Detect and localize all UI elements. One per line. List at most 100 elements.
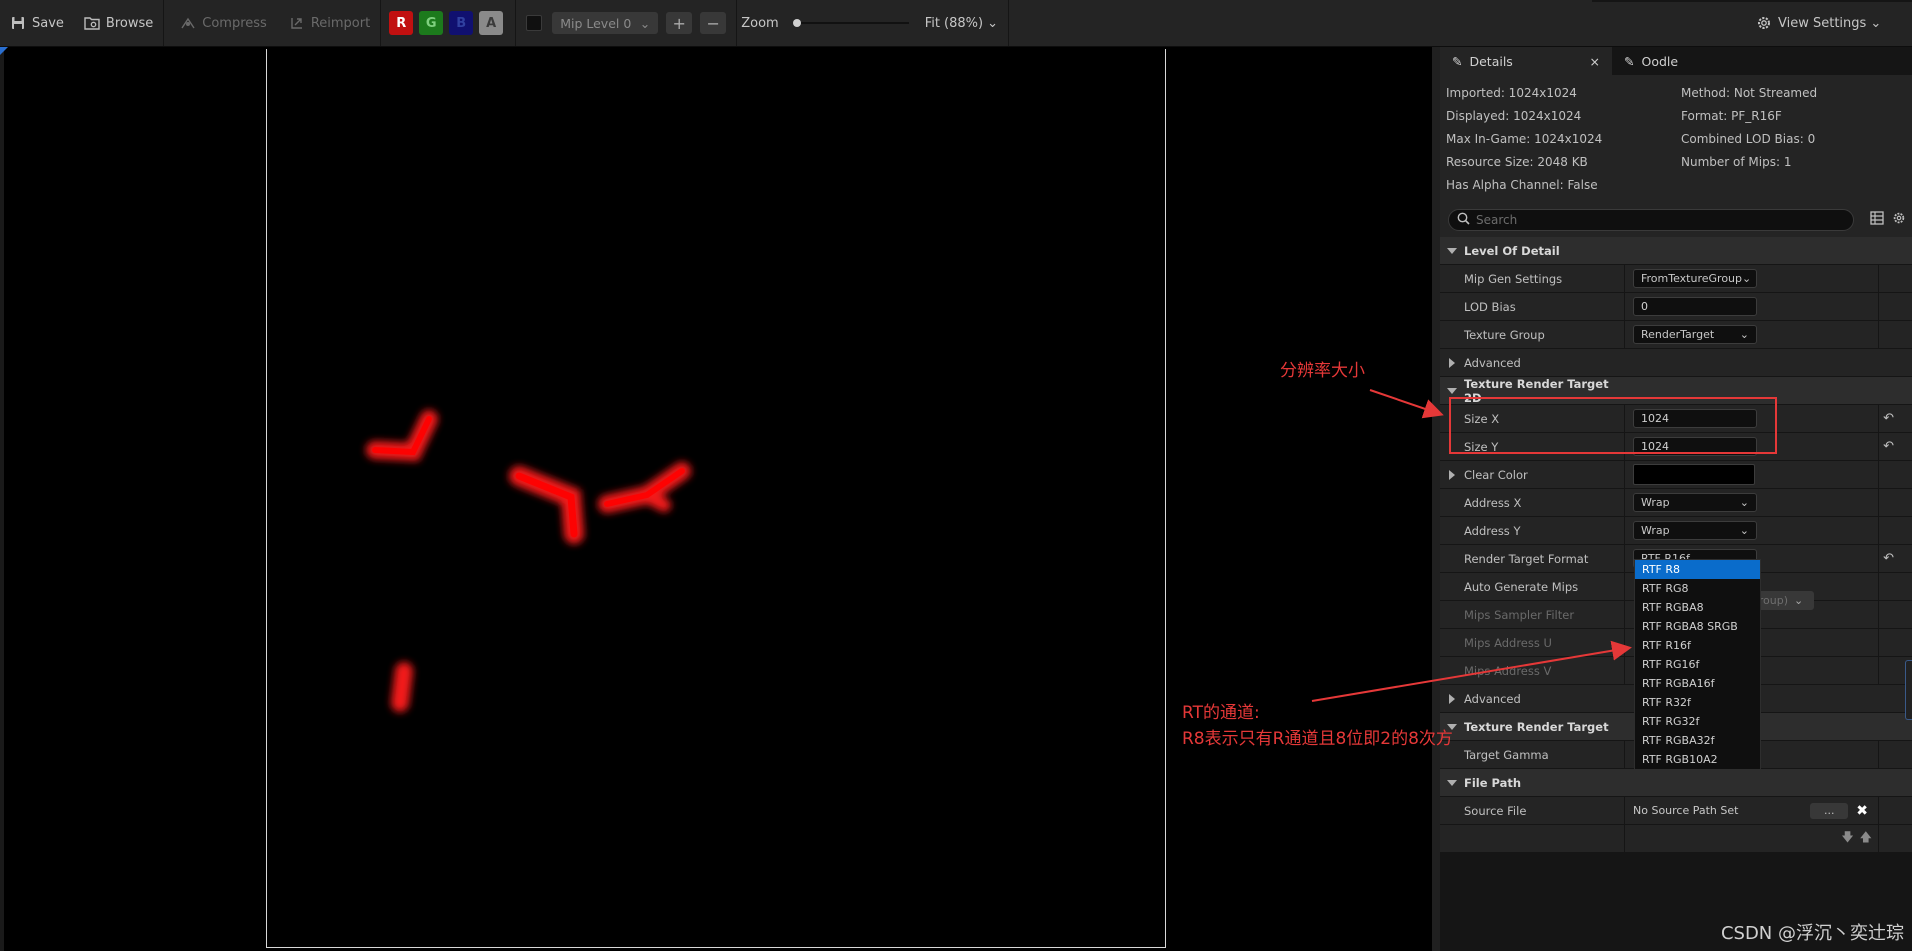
mip-level-value: Mip Level 0 bbox=[560, 15, 632, 31]
clear-color-swatch[interactable] bbox=[1633, 464, 1755, 485]
mip-increase-button[interactable]: + bbox=[666, 12, 693, 34]
zoom-slider[interactable] bbox=[792, 16, 909, 30]
format-option[interactable]: RTF R16f bbox=[1635, 636, 1760, 655]
address-y-dropdown[interactable]: Wrap ⌄ bbox=[1633, 521, 1757, 540]
property-texture-group: Texture Group RenderTarget ⌄ bbox=[1440, 321, 1912, 349]
property-lod-bias: LOD Bias 0 bbox=[1440, 293, 1912, 321]
chevron-down-icon: ⌄ bbox=[1742, 272, 1752, 285]
property-label: Texture Group bbox=[1464, 327, 1545, 342]
address-x-dropdown[interactable]: Wrap ⌄ bbox=[1633, 493, 1757, 512]
reset-arrow-icon[interactable]: ↶ bbox=[1883, 551, 1894, 566]
format-option[interactable]: RTF RGB10A2 bbox=[1635, 750, 1760, 769]
panel-splitter[interactable] bbox=[1432, 47, 1440, 951]
zoom-slider-thumb[interactable] bbox=[792, 19, 801, 27]
reimport-button[interactable]: Reimport bbox=[277, 0, 380, 46]
tab-details[interactable]: ✎ Details × bbox=[1440, 47, 1612, 75]
property-label: Clear Color bbox=[1464, 467, 1528, 482]
property-label: Auto Generate Mips bbox=[1464, 579, 1579, 594]
info-resource-size: Resource Size: 2048 KB bbox=[1446, 154, 1588, 169]
pencil-icon: ✎ bbox=[1452, 53, 1463, 69]
texture-viewport[interactable] bbox=[0, 47, 1432, 951]
browse-button[interactable]: Browse bbox=[74, 0, 163, 46]
chevron-down-icon: ⌄ bbox=[1739, 496, 1749, 509]
search-input[interactable]: Search bbox=[1448, 209, 1854, 231]
viewport-left-strip bbox=[0, 47, 4, 951]
tab-oodle-label: Oodle bbox=[1641, 53, 1679, 69]
move-up-icon[interactable]: 🡅 bbox=[1860, 828, 1872, 849]
collapse-arrow-icon[interactable] bbox=[1449, 470, 1455, 480]
lod-bias-input[interactable]: 0 bbox=[1633, 297, 1757, 316]
info-max-ingame: Max In-Game: 1024x1024 bbox=[1446, 131, 1603, 146]
chevron-down-icon: ⌄ bbox=[1739, 524, 1749, 537]
folder-search-icon bbox=[84, 15, 100, 31]
format-option[interactable]: RTF RG16f bbox=[1635, 655, 1760, 674]
texture-group-dropdown[interactable]: RenderTarget ⌄ bbox=[1633, 325, 1757, 344]
category-label: File Path bbox=[1464, 775, 1522, 790]
property-advanced[interactable]: Advanced bbox=[1440, 349, 1912, 377]
property-address-y: Address Y Wrap ⌄ bbox=[1440, 517, 1912, 545]
collapse-arrow-icon bbox=[1449, 694, 1455, 704]
property-label: Advanced bbox=[1464, 691, 1521, 706]
dropdown-value: RenderTarget bbox=[1641, 328, 1715, 341]
compress-label: Compress bbox=[202, 15, 267, 31]
browse-source-button[interactable]: ... bbox=[1810, 802, 1849, 819]
tab-oodle[interactable]: ✎ Oodle bbox=[1612, 47, 1690, 75]
property-footer-row: 🡇 🡅 bbox=[1440, 825, 1912, 853]
move-down-icon[interactable]: 🡇 bbox=[1841, 828, 1853, 849]
search-icon bbox=[1457, 212, 1470, 228]
fit-dropdown[interactable]: Fit (88%) ⌄ bbox=[925, 16, 998, 31]
close-icon[interactable]: × bbox=[1590, 54, 1600, 69]
channel-toggles: R G B A bbox=[381, 0, 515, 46]
view-settings-button[interactable]: View Settings ⌄ bbox=[1746, 0, 1891, 46]
save-label: Save bbox=[32, 15, 64, 31]
mip-level-dropdown[interactable]: Mip Level 0 ⌄ bbox=[552, 12, 659, 34]
format-option[interactable]: RTF RGBA8 bbox=[1635, 598, 1760, 617]
mip-decrease-button[interactable]: − bbox=[700, 12, 727, 34]
save-button[interactable]: Save bbox=[0, 0, 74, 46]
category-level-of-detail[interactable]: Level Of Detail bbox=[1440, 237, 1912, 265]
property-label: Mip Gen Settings bbox=[1464, 271, 1563, 286]
expand-arrow-icon bbox=[1447, 388, 1457, 394]
alpha-channel-toggle[interactable]: A bbox=[479, 11, 504, 35]
settings-gear-icon[interactable] bbox=[1892, 211, 1906, 228]
dropdown-value: FromTextureGroup bbox=[1641, 272, 1743, 285]
toolbar-separator bbox=[1008, 0, 1010, 46]
category-label: Texture Render Target bbox=[1464, 719, 1609, 734]
dropdown-value: Wrap bbox=[1641, 524, 1670, 537]
panel-edge-handle[interactable] bbox=[1905, 660, 1912, 720]
expand-arrow-icon bbox=[1447, 248, 1457, 254]
clear-icon[interactable]: ✖ bbox=[1856, 803, 1868, 819]
plus-icon: + bbox=[672, 13, 686, 33]
format-option[interactable]: RTF R32f bbox=[1635, 693, 1760, 712]
reset-arrow-icon[interactable]: ↶ bbox=[1883, 439, 1894, 454]
green-channel-toggle[interactable]: G bbox=[419, 11, 444, 35]
property-label: Mips Address V bbox=[1464, 663, 1552, 678]
format-option[interactable]: RTF RGBA16f bbox=[1635, 674, 1760, 693]
reset-arrow-icon[interactable]: ↶ bbox=[1883, 411, 1894, 426]
info-num-mips: Number of Mips: 1 bbox=[1681, 154, 1792, 169]
property-label: Mips Sampler Filter bbox=[1464, 607, 1575, 622]
toolbar: Save Browse Compress Reimport R G B A Mi… bbox=[0, 0, 1912, 47]
mip-checkbox[interactable] bbox=[526, 15, 543, 31]
size-highlight-box bbox=[1449, 397, 1777, 454]
mip-gen-settings-dropdown[interactable]: FromTextureGroup ⌄ bbox=[1633, 269, 1757, 288]
blue-channel-toggle[interactable]: B bbox=[449, 11, 474, 35]
channel-annotation-line2: R8表示只有R通道且8位即2的8次方 bbox=[1182, 729, 1453, 749]
browse-label: Browse bbox=[105, 15, 154, 31]
property-label: Mips Address U bbox=[1464, 635, 1552, 650]
format-option[interactable]: RTF RG32f bbox=[1635, 712, 1760, 731]
zoom-label: Zoom bbox=[741, 15, 779, 31]
format-option[interactable]: RTF RGBA8 SRGB bbox=[1635, 617, 1760, 636]
red-glow-strokes bbox=[366, 410, 691, 712]
zoom-controls: Zoom Fit (88%) ⌄ bbox=[737, 0, 1008, 46]
red-channel-toggle[interactable]: R bbox=[389, 11, 414, 35]
category-file-path[interactable]: File Path bbox=[1440, 769, 1912, 797]
compress-button[interactable]: Compress bbox=[164, 0, 277, 46]
format-option[interactable]: RTF R8 bbox=[1635, 560, 1760, 579]
format-option[interactable]: RTF RGBA32f bbox=[1635, 731, 1760, 750]
format-option[interactable]: RTF RG8 bbox=[1635, 579, 1760, 598]
tab-details-label: Details bbox=[1469, 53, 1513, 69]
table-view-icon[interactable] bbox=[1870, 211, 1884, 228]
compress-icon bbox=[180, 15, 196, 31]
chevron-down-icon: ⌄ bbox=[1870, 15, 1882, 31]
